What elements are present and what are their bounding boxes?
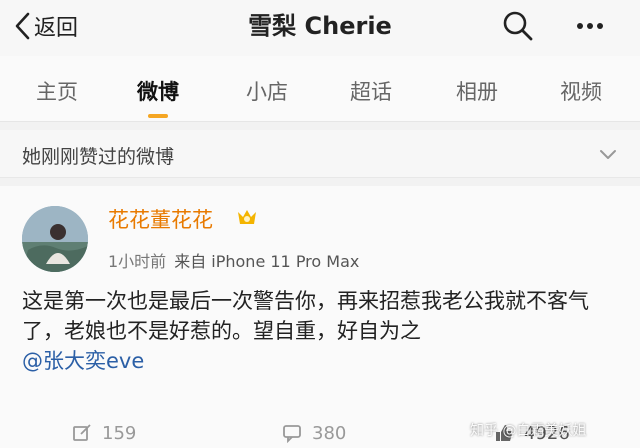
page-title: 雪梨 Cherie: [248, 12, 392, 40]
comment-icon: [283, 425, 301, 443]
section-label: 她刚刚赞过的微博: [22, 146, 175, 168]
weibo-post: 花花董花花 1小时前 来自 iPhone 11 Pro Max 这是第一次也是最后…: [0, 186, 640, 448]
vip-badge-icon: [238, 210, 256, 224]
tab-weibo[interactable]: 微博: [137, 76, 179, 106]
avatar[interactable]: [22, 206, 88, 272]
top-bar: 返回 雪梨 Cherie: [0, 0, 640, 56]
post-text: 这是第一次也是最后一次警告你，再来招惹我老公我就不客气了，老娘也不是好惹的。望自…: [22, 289, 589, 343]
repost-icon: [73, 424, 91, 441]
comment-button[interactable]: 380: [282, 422, 346, 444]
tab-album[interactable]: 相册: [456, 76, 498, 106]
tab-super-topic[interactable]: 超话: [350, 76, 392, 106]
repost-button[interactable]: 159: [72, 422, 136, 444]
post-username[interactable]: 花花董花花: [108, 204, 213, 234]
tab-home[interactable]: 主页: [36, 76, 78, 106]
tab-video[interactable]: 视频: [560, 76, 602, 106]
profile-tabs: 主页 微博 小店 超话 相册 视频: [0, 56, 640, 122]
chevron-down-icon[interactable]: [598, 144, 618, 164]
post-source: 来自 iPhone 11 Pro Max: [174, 252, 360, 271]
mention-link[interactable]: @张大奕eve: [22, 349, 144, 373]
post-time: 1小时前: [108, 252, 167, 271]
active-tab-indicator: [148, 114, 168, 118]
watermark: 知乎 @白霜美妖姐: [470, 423, 587, 439]
search-icon[interactable]: [500, 8, 536, 44]
post-meta: 1小时前 来自 iPhone 11 Pro Max: [108, 248, 359, 272]
comment-count: 380: [312, 422, 347, 444]
post-content: 这是第一次也是最后一次警告你，再来招惹我老公我就不客气了，老娘也不是好惹的。望自…: [22, 286, 622, 376]
more-icon[interactable]: [572, 8, 608, 44]
tab-shop[interactable]: 小店: [246, 76, 288, 106]
repost-count: 159: [102, 422, 137, 444]
liked-section-header[interactable]: 她刚刚赞过的微博: [0, 130, 640, 178]
